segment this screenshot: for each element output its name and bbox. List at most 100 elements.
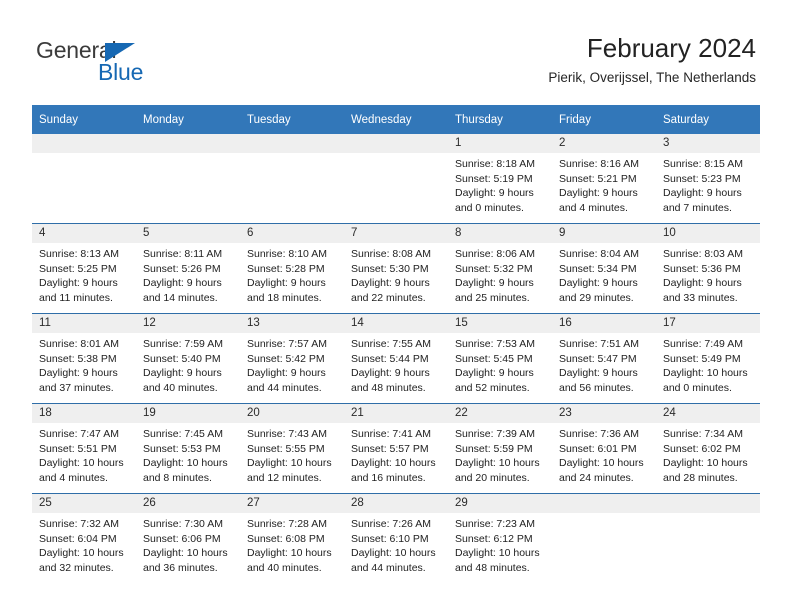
calendar-day-cell[interactable]: 2 Sunrise: 8:16 AM Sunset: 5:21 PM Daylight… bbox=[552, 134, 656, 224]
calendar-day-cell[interactable]: 29 Sunrise: 7:23 AM Sunset: 6:12 PM Dayligh… bbox=[448, 493, 552, 583]
calendar-day-cell[interactable]: 20 Sunrise: 7:43 AM Sunset: 5:55 PM Dayligh… bbox=[240, 403, 344, 494]
day-info-line: Sunset: 5:49 PM bbox=[663, 352, 741, 365]
calendar-empty-cell bbox=[344, 134, 448, 224]
calendar-day-cell[interactable]: 19 Sunrise: 7:45 AM Sunset: 5:53 PM Dayligh… bbox=[136, 403, 240, 494]
day-info-line: Sunset: 5:38 PM bbox=[39, 352, 117, 365]
calendar-day-cell[interactable]: 13 Sunrise: 7:57 AM Sunset: 5:42 PM Dayligh… bbox=[240, 313, 344, 404]
day-info-line: Sunrise: 8:03 AM bbox=[663, 248, 743, 260]
day-number: 4 bbox=[32, 224, 136, 243]
calendar-day-cell[interactable]: 26 Sunrise: 7:30 AM Sunset: 6:06 PM Dayligh… bbox=[136, 493, 240, 583]
calendar-day-cell[interactable]: 5 Sunrise: 8:11 AM Sunset: 5:26 PM Daylight… bbox=[136, 223, 240, 314]
calendar-day-cell[interactable]: 4 Sunrise: 8:13 AM Sunset: 5:25 PM Daylight… bbox=[32, 223, 136, 314]
day-sun-info: Sunrise: 8:10 AM Sunset: 5:28 PM Daylight:… bbox=[240, 243, 344, 305]
weekday-header-monday: Monday bbox=[136, 105, 240, 134]
calendar-day-cell[interactable]: 12 Sunrise: 7:59 AM Sunset: 5:40 PM Dayligh… bbox=[136, 313, 240, 404]
day-info-line: Daylight: 10 hours bbox=[143, 457, 228, 470]
day-info-line: Sunrise: 7:28 AM bbox=[247, 518, 327, 530]
calendar-day-cell[interactable]: 6 Sunrise: 8:10 AM Sunset: 5:28 PM Daylight… bbox=[240, 223, 344, 314]
calendar-day-cell[interactable]: 10 Sunrise: 8:03 AM Sunset: 5:36 PM Dayligh… bbox=[656, 223, 760, 314]
day-info-line: and 40 minutes. bbox=[247, 561, 322, 574]
calendar-day-cell[interactable]: 11 Sunrise: 8:01 AM Sunset: 5:38 PM Dayligh… bbox=[32, 313, 136, 404]
calendar-day-cell[interactable]: 23 Sunrise: 7:36 AM Sunset: 6:01 PM Dayligh… bbox=[552, 403, 656, 494]
calendar-empty-cell bbox=[552, 493, 656, 583]
day-info-line: Daylight: 9 hours bbox=[351, 277, 430, 290]
calendar-day-cell[interactable]: 18 Sunrise: 7:47 AM Sunset: 5:51 PM Dayligh… bbox=[32, 403, 136, 494]
calendar-week-row: 4 Sunrise: 8:13 AM Sunset: 5:25 PM Daylight… bbox=[32, 223, 760, 314]
day-number: 29 bbox=[448, 494, 552, 513]
day-number: 7 bbox=[344, 224, 448, 243]
calendar-day-cell[interactable]: 1 Sunrise: 8:18 AM Sunset: 5:19 PM Daylight… bbox=[448, 134, 552, 224]
day-info-line: Sunset: 5:19 PM bbox=[455, 172, 533, 185]
day-info-line: and 16 minutes. bbox=[351, 471, 426, 484]
calendar-empty-cell bbox=[240, 134, 344, 224]
calendar-day-cell[interactable]: 9 Sunrise: 8:04 AM Sunset: 5:34 PM Daylight… bbox=[552, 223, 656, 314]
calendar-day-cell[interactable]: 3 Sunrise: 8:15 AM Sunset: 5:23 PM Daylight… bbox=[656, 134, 760, 224]
day-info-line: Daylight: 10 hours bbox=[143, 547, 228, 560]
general-blue-logo[interactable]: General Blue bbox=[36, 38, 216, 90]
day-sun-info: Sunrise: 8:01 AM Sunset: 5:38 PM Daylight:… bbox=[32, 333, 136, 395]
day-info-line: and 32 minutes. bbox=[39, 561, 114, 574]
day-sun-info: Sunrise: 8:15 AM Sunset: 5:23 PM Daylight:… bbox=[656, 153, 760, 215]
day-number: 13 bbox=[240, 314, 344, 333]
calendar-empty-cell bbox=[136, 134, 240, 224]
calendar-day-cell[interactable]: 22 Sunrise: 7:39 AM Sunset: 5:59 PM Dayligh… bbox=[448, 403, 552, 494]
day-sun-info: Sunrise: 8:08 AM Sunset: 5:30 PM Daylight:… bbox=[344, 243, 448, 305]
day-info-line: Sunset: 6:12 PM bbox=[455, 532, 533, 545]
day-info-line: and 29 minutes. bbox=[559, 291, 634, 304]
calendar-week-row: 11 Sunrise: 8:01 AM Sunset: 5:38 PM Dayligh… bbox=[32, 313, 760, 404]
calendar-day-cell[interactable]: 17 Sunrise: 7:49 AM Sunset: 5:49 PM Dayligh… bbox=[656, 313, 760, 404]
day-info-line: Sunset: 5:45 PM bbox=[455, 352, 533, 365]
day-sun-info: Sunrise: 7:43 AM Sunset: 5:55 PM Daylight:… bbox=[240, 423, 344, 485]
day-info-line: Daylight: 9 hours bbox=[143, 277, 222, 290]
day-info-line: Sunset: 5:44 PM bbox=[351, 352, 429, 365]
day-info-line: and 48 minutes. bbox=[455, 561, 530, 574]
calendar-day-cell[interactable]: 8 Sunrise: 8:06 AM Sunset: 5:32 PM Daylight… bbox=[448, 223, 552, 314]
calendar-day-cell[interactable]: 15 Sunrise: 7:53 AM Sunset: 5:45 PM Dayligh… bbox=[448, 313, 552, 404]
day-info-line: Sunset: 5:30 PM bbox=[351, 262, 429, 275]
day-info-line: Daylight: 9 hours bbox=[351, 367, 430, 380]
day-info-line: Sunrise: 8:04 AM bbox=[559, 248, 639, 260]
day-number bbox=[656, 494, 760, 513]
day-number: 28 bbox=[344, 494, 448, 513]
calendar-day-cell[interactable]: 7 Sunrise: 8:08 AM Sunset: 5:30 PM Daylight… bbox=[344, 223, 448, 314]
day-sun-info: Sunrise: 7:45 AM Sunset: 5:53 PM Daylight:… bbox=[136, 423, 240, 485]
day-info-line: and 56 minutes. bbox=[559, 381, 634, 394]
calendar-day-cell[interactable]: 28 Sunrise: 7:26 AM Sunset: 6:10 PM Dayligh… bbox=[344, 493, 448, 583]
day-info-line: Sunset: 5:59 PM bbox=[455, 442, 533, 455]
calendar-table: Sunday Monday Tuesday Wednesday Thursday… bbox=[32, 105, 760, 583]
day-info-line: Daylight: 9 hours bbox=[455, 187, 534, 200]
calendar-empty-cell bbox=[32, 134, 136, 224]
calendar-day-cell[interactable]: 14 Sunrise: 7:55 AM Sunset: 5:44 PM Dayligh… bbox=[344, 313, 448, 404]
calendar-day-cell[interactable]: 25 Sunrise: 7:32 AM Sunset: 6:04 PM Dayligh… bbox=[32, 493, 136, 583]
day-info-line: Daylight: 10 hours bbox=[39, 547, 124, 560]
day-info-line: Sunset: 5:28 PM bbox=[247, 262, 325, 275]
day-info-line: Daylight: 10 hours bbox=[663, 367, 748, 380]
calendar-day-cell[interactable]: 16 Sunrise: 7:51 AM Sunset: 5:47 PM Dayligh… bbox=[552, 313, 656, 404]
day-number: 17 bbox=[656, 314, 760, 333]
day-info-line: Daylight: 9 hours bbox=[455, 367, 534, 380]
calendar-body: 1 Sunrise: 8:18 AM Sunset: 5:19 PM Daylight… bbox=[32, 134, 760, 583]
day-info-line: and 7 minutes. bbox=[663, 201, 732, 214]
day-info-line: Sunset: 6:04 PM bbox=[39, 532, 117, 545]
day-info-line: Daylight: 9 hours bbox=[143, 367, 222, 380]
day-info-line: and 0 minutes. bbox=[663, 381, 732, 394]
day-sun-info: Sunrise: 8:03 AM Sunset: 5:36 PM Daylight:… bbox=[656, 243, 760, 305]
day-info-line: Sunset: 5:25 PM bbox=[39, 262, 117, 275]
day-number bbox=[32, 134, 136, 153]
day-info-line: Sunrise: 8:01 AM bbox=[39, 338, 119, 350]
calendar-day-cell[interactable]: 27 Sunrise: 7:28 AM Sunset: 6:08 PM Dayligh… bbox=[240, 493, 344, 583]
day-number: 9 bbox=[552, 224, 656, 243]
day-sun-info: Sunrise: 7:57 AM Sunset: 5:42 PM Daylight:… bbox=[240, 333, 344, 395]
calendar-week-row: 1 Sunrise: 8:18 AM Sunset: 5:19 PM Daylight… bbox=[32, 134, 760, 224]
day-info-line: Sunset: 5:21 PM bbox=[559, 172, 637, 185]
day-sun-info: Sunrise: 7:26 AM Sunset: 6:10 PM Daylight:… bbox=[344, 513, 448, 575]
day-info-line: Daylight: 10 hours bbox=[247, 547, 332, 560]
day-info-line: Sunset: 5:34 PM bbox=[559, 262, 637, 275]
day-info-line: Sunset: 5:23 PM bbox=[663, 172, 741, 185]
day-info-line: Sunset: 5:47 PM bbox=[559, 352, 637, 365]
day-number: 19 bbox=[136, 404, 240, 423]
day-info-line: and 36 minutes. bbox=[143, 561, 218, 574]
day-info-line: and 8 minutes. bbox=[143, 471, 212, 484]
calendar-day-cell[interactable]: 24 Sunrise: 7:34 AM Sunset: 6:02 PM Dayligh… bbox=[656, 403, 760, 494]
calendar-day-cell[interactable]: 21 Sunrise: 7:41 AM Sunset: 5:57 PM Dayligh… bbox=[344, 403, 448, 494]
